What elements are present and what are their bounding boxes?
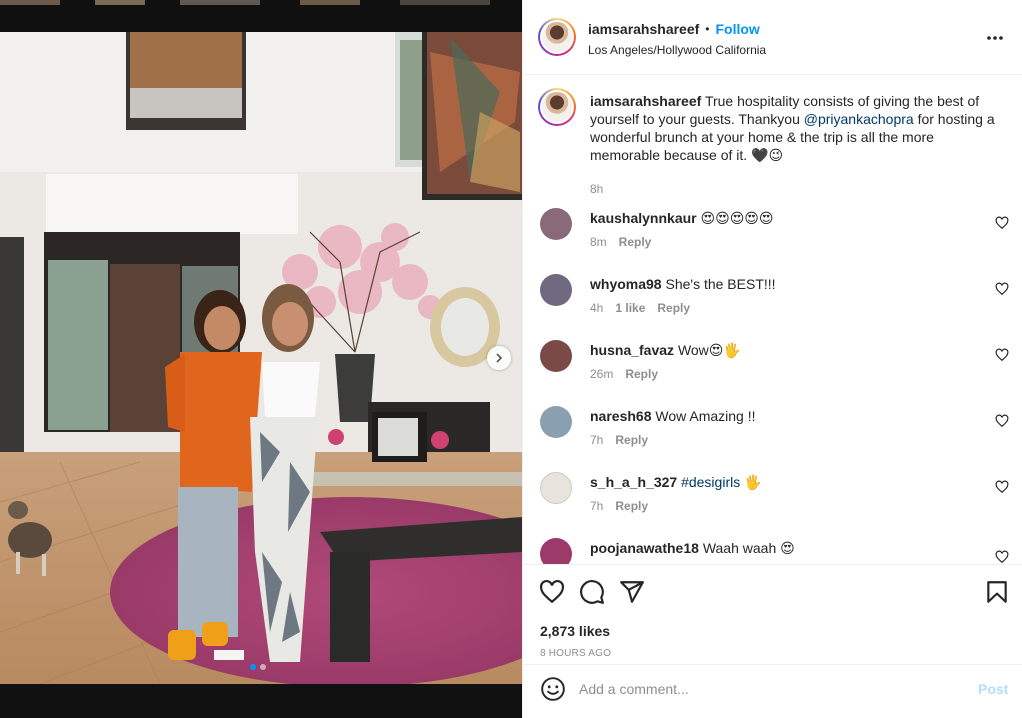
- heart-icon[interactable]: [995, 550, 1009, 564]
- bookmark-icon[interactable]: [984, 579, 1010, 605]
- heart-icon[interactable]: [995, 216, 1009, 230]
- heart-icon[interactable]: [995, 282, 1009, 296]
- comment-time: 26m: [590, 367, 614, 381]
- reply-button[interactable]: Reply: [615, 433, 648, 447]
- comment-avatar[interactable]: [540, 340, 572, 372]
- post-header: iamsarahshareef • Follow Los Angeles/Hol…: [523, 0, 1022, 75]
- author-username[interactable]: iamsarahshareef: [588, 21, 699, 37]
- comment-item: naresh68 Wow Amazing !! 7h Reply: [523, 406, 1022, 466]
- comment-username[interactable]: naresh68: [590, 408, 651, 424]
- carousel-next-button[interactable]: [487, 346, 511, 370]
- carousel-dots: [250, 664, 266, 670]
- reply-button[interactable]: Reply: [625, 367, 658, 381]
- comment-text: She's the BEST!!!: [665, 276, 776, 292]
- post-comment-button[interactable]: Post: [978, 681, 1008, 697]
- carousel-dot-active: [250, 664, 256, 670]
- post-photo-illustration: [0, 32, 522, 684]
- comment-item: husna_favaz Wow😍🖐 26m Reply: [523, 340, 1022, 400]
- comment-time: 8m: [590, 235, 607, 249]
- comment-item: s_h_a_h_327 #desigirls 🖐 7h Reply: [523, 472, 1022, 532]
- comment-text: Wow Amazing !!: [655, 408, 756, 424]
- heart-icon[interactable]: [995, 480, 1009, 494]
- likes-count[interactable]: 2,873 likes: [540, 623, 610, 639]
- comment-avatar[interactable]: [540, 274, 572, 306]
- caption-text: iamsarahshareef True hospitality consist…: [590, 92, 1000, 164]
- caption-username[interactable]: iamsarahshareef: [590, 93, 701, 109]
- post-actions: 2,873 likes 8 HOURS AGO: [523, 564, 1022, 674]
- comment-item: kaushalynnkaur 😍😍😍😍😍 8m Reply: [523, 208, 1022, 268]
- post-image[interactable]: [0, 32, 522, 684]
- comment-username[interactable]: husna_favaz: [590, 342, 674, 358]
- author-avatar[interactable]: [538, 18, 576, 56]
- comment-username[interactable]: whyoma98: [590, 276, 662, 292]
- emoji-icon[interactable]: [540, 676, 566, 702]
- comment-avatar[interactable]: [540, 472, 572, 504]
- feed-background-top: [0, 0, 522, 32]
- reply-button[interactable]: Reply: [657, 301, 690, 315]
- comment-text: Wow😍🖐: [677, 342, 741, 358]
- comment-username[interactable]: kaushalynnkaur: [590, 210, 697, 226]
- post-side-panel: iamsarahshareef • Follow Los Angeles/Hol…: [522, 0, 1022, 718]
- comments-list[interactable]: iamsarahshareef True hospitality consist…: [523, 76, 1022, 564]
- reply-button[interactable]: Reply: [615, 499, 648, 513]
- caption-time: 8h: [590, 182, 604, 196]
- comment-text: 😍😍😍😍😍: [700, 210, 774, 226]
- comment-input[interactable]: [579, 677, 959, 701]
- caption-mention-link[interactable]: @priyankachopra: [804, 111, 914, 127]
- follow-button[interactable]: Follow: [716, 21, 760, 37]
- comment-likes-count[interactable]: 1 like: [615, 301, 645, 315]
- heart-icon[interactable]: [539, 579, 565, 605]
- comment-icon[interactable]: [579, 579, 605, 605]
- post-location[interactable]: Los Angeles/Hollywood California: [588, 43, 766, 57]
- heart-icon[interactable]: [995, 414, 1009, 428]
- share-icon[interactable]: [619, 579, 645, 605]
- comment-item: poojanawathe18 Waah waah 😍: [523, 538, 1022, 564]
- add-comment-bar: Post: [523, 664, 1022, 718]
- carousel-dot: [260, 664, 266, 670]
- comment-time: 7h: [590, 499, 604, 513]
- comment-avatar[interactable]: [540, 208, 572, 240]
- comment-avatar[interactable]: [540, 406, 572, 438]
- separator-dot: •: [705, 22, 710, 36]
- comment-text: Waah waah 😍: [702, 540, 795, 556]
- heart-icon[interactable]: [995, 348, 1009, 362]
- comment-username[interactable]: s_h_a_h_327: [590, 474, 677, 490]
- comment-avatar[interactable]: [540, 538, 572, 564]
- comment-text[interactable]: #desigirls 🖐: [681, 474, 761, 490]
- comment-time: 4h: [590, 301, 604, 315]
- post-timestamp: 8 HOURS AGO: [540, 648, 612, 659]
- reply-button[interactable]: Reply: [619, 235, 652, 249]
- more-horizontal-icon[interactable]: [985, 28, 1005, 48]
- comment-username[interactable]: poojanawathe18: [590, 540, 699, 556]
- caption-avatar[interactable]: [538, 88, 576, 126]
- feed-background-bottom: [0, 684, 522, 718]
- comment-time: 7h: [590, 433, 604, 447]
- comment-item: whyoma98 She's the BEST!!! 4h 1 like Reply: [523, 274, 1022, 334]
- chevron-right-icon: [496, 353, 503, 363]
